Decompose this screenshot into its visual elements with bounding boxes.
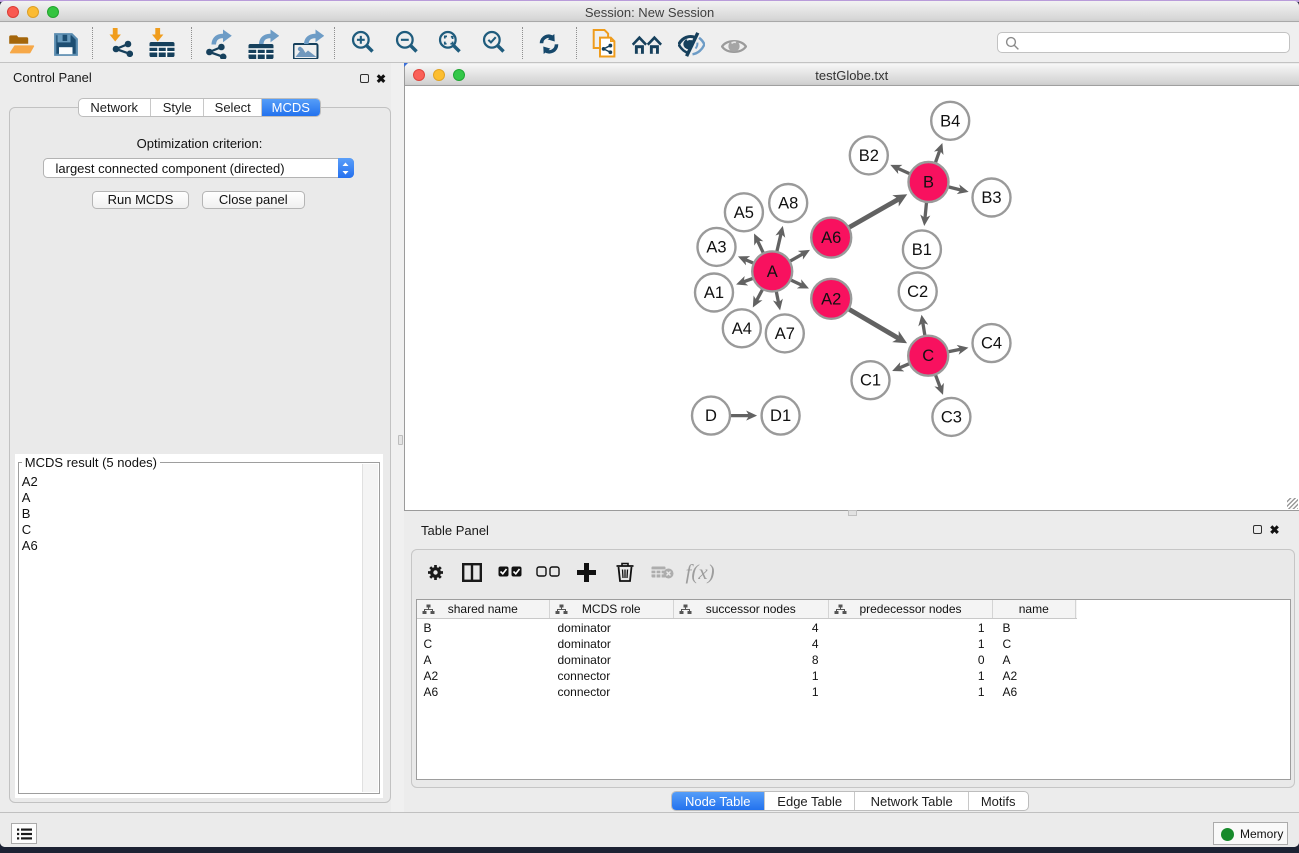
svg-text:D1: D1 bbox=[770, 407, 791, 425]
svg-text:A2: A2 bbox=[821, 290, 841, 308]
svg-text:A3: A3 bbox=[706, 238, 726, 256]
svg-text:B: B bbox=[922, 174, 933, 192]
svg-text:B1: B1 bbox=[911, 241, 931, 259]
svg-text:C3: C3 bbox=[940, 408, 961, 426]
svg-text:A4: A4 bbox=[731, 320, 751, 338]
svg-text:C1: C1 bbox=[859, 372, 880, 390]
svg-text:A7: A7 bbox=[774, 325, 794, 343]
svg-text:A8: A8 bbox=[778, 195, 798, 213]
svg-text:A6: A6 bbox=[821, 229, 841, 247]
svg-text:B2: B2 bbox=[858, 147, 878, 165]
svg-text:D: D bbox=[705, 407, 717, 425]
svg-text:A: A bbox=[766, 263, 777, 281]
svg-text:C4: C4 bbox=[980, 335, 1001, 353]
svg-text:C: C bbox=[922, 347, 934, 365]
svg-text:A5: A5 bbox=[733, 204, 753, 222]
svg-text:B3: B3 bbox=[981, 189, 1001, 207]
svg-text:C2: C2 bbox=[907, 283, 928, 301]
svg-text:A1: A1 bbox=[703, 284, 723, 302]
svg-text:B4: B4 bbox=[940, 112, 960, 130]
